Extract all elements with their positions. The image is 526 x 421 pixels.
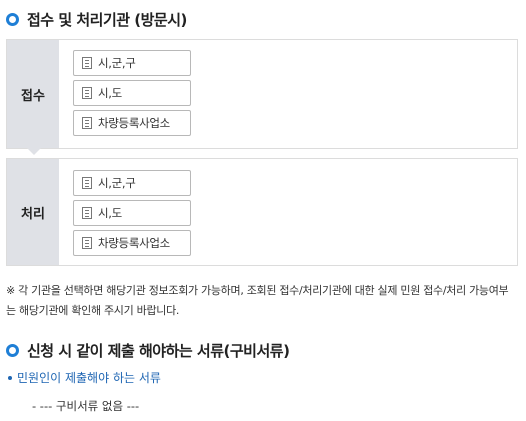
reception-button-vehicle-office[interactable]: 차량등록사업소 bbox=[73, 110, 191, 136]
section-bullet-icon bbox=[6, 344, 19, 357]
section-title-text: 접수 및 처리기관 (방문시) bbox=[27, 11, 187, 29]
building-icon bbox=[82, 87, 92, 99]
processing-button-vehicle-office[interactable]: 차량등록사업소 bbox=[73, 230, 191, 256]
button-label: 시,군,구 bbox=[98, 56, 136, 70]
section-title-text: 신청 시 같이 제출 해야하는 서류(구비서류) bbox=[27, 342, 290, 360]
building-icon bbox=[82, 237, 92, 249]
processing-label: 처리 bbox=[21, 206, 45, 222]
arrow-down-icon bbox=[27, 148, 41, 155]
button-label: 차량등록사업소 bbox=[98, 116, 170, 130]
section-title-agencies: 접수 및 처리기관 (방문시) bbox=[6, 9, 187, 30]
processing-box: 처리 시,군,구 시,도 차량등록사업소 bbox=[6, 158, 518, 266]
notice-text: ※ 각 기관을 선택하면 해당기관 정보조회가 가능하며, 조회된 접수/처리기… bbox=[6, 284, 509, 317]
button-label: 시,도 bbox=[98, 86, 122, 100]
reception-label-cell: 접수 bbox=[7, 40, 59, 155]
building-icon bbox=[82, 177, 92, 189]
reception-box: 접수 시,군,구 시,도 차량등록사업소 bbox=[6, 39, 518, 155]
documents-heading: 민원인이 제출해야 하는 서류 bbox=[8, 369, 161, 386]
reception-button-sigungu[interactable]: 시,군,구 bbox=[73, 50, 191, 76]
building-icon bbox=[82, 207, 92, 219]
building-icon bbox=[82, 57, 92, 69]
processing-button-sigungu[interactable]: 시,군,구 bbox=[73, 170, 191, 196]
button-label: 시,군,구 bbox=[98, 176, 136, 190]
documents-none-text: - --- 구비서류 없음 --- bbox=[32, 399, 140, 413]
button-label: 차량등록사업소 bbox=[98, 236, 170, 250]
button-label: 시,도 bbox=[98, 206, 122, 220]
documents-heading-text: 민원인이 제출해야 하는 서류 bbox=[17, 371, 161, 385]
section-bullet-icon bbox=[6, 13, 19, 26]
reception-label: 접수 bbox=[21, 88, 45, 104]
section-title-documents: 신청 시 같이 제출 해야하는 서류(구비서류) bbox=[6, 340, 290, 361]
processing-button-sido[interactable]: 시,도 bbox=[73, 200, 191, 226]
bullet-dot-icon bbox=[8, 375, 12, 380]
reception-button-sido[interactable]: 시,도 bbox=[73, 80, 191, 106]
processing-label-cell: 처리 bbox=[7, 159, 59, 265]
building-icon bbox=[82, 117, 92, 129]
